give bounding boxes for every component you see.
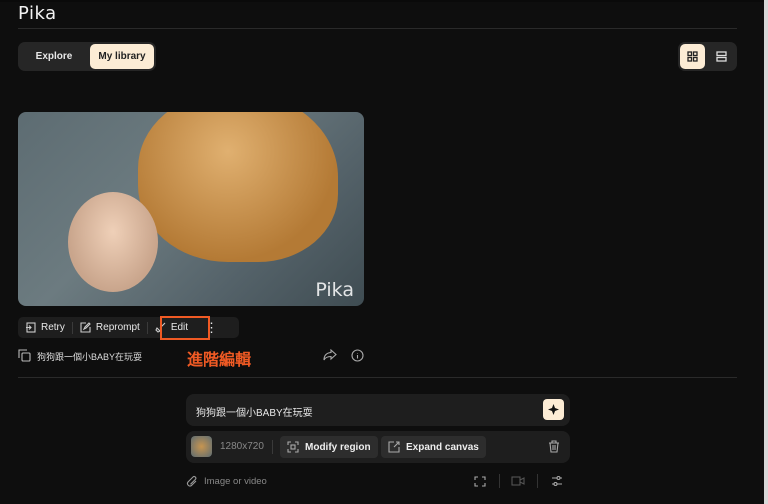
watermark: Pika [315, 279, 354, 301]
expand-canvas-label: Expand canvas [406, 441, 479, 453]
settings-sliders-icon[interactable] [551, 475, 563, 487]
tab-explore[interactable]: Explore [20, 44, 88, 69]
edit-pencil-icon [80, 322, 91, 333]
source-thumbnail [191, 436, 212, 457]
divider [18, 377, 737, 378]
share-icon[interactable] [323, 349, 337, 361]
video-thumbnail[interactable]: Pika [18, 112, 364, 306]
video-camera-icon[interactable] [511, 476, 525, 486]
info-icon[interactable] [351, 349, 364, 362]
sparkle-icon [548, 404, 559, 415]
baby-image [68, 192, 158, 292]
logo[interactable]: Pika [18, 3, 57, 24]
grid-view-button[interactable] [680, 44, 705, 69]
copy-icon[interactable] [18, 349, 31, 362]
window-edge [764, 0, 768, 504]
tab-switcher: Explore My library [18, 42, 156, 71]
view-toggle [678, 42, 737, 71]
reprompt-label: Reprompt [95, 322, 140, 333]
modify-region-label: Modify region [305, 441, 371, 453]
retry-icon [26, 322, 36, 333]
list-icon [715, 51, 727, 62]
grid-icon [687, 51, 698, 62]
dog-image [138, 112, 338, 262]
tab-my-library[interactable]: My library [90, 44, 154, 69]
list-view-button[interactable] [707, 44, 735, 69]
expand-canvas-button[interactable]: Expand canvas [381, 436, 486, 458]
resolution-label: 1280x720 [220, 441, 264, 452]
top-bar [0, 0, 768, 2]
attach-media-button[interactable]: Image or video [204, 476, 267, 487]
modify-region-button[interactable]: Modify region [280, 436, 378, 458]
retry-label: Retry [41, 322, 65, 333]
video-prompt: 狗狗跟一個小BABY在玩耍 [37, 352, 143, 362]
aspect-ratio-icon[interactable] [474, 476, 486, 487]
region-select-icon [287, 441, 299, 453]
paperclip-icon[interactable] [186, 475, 198, 488]
prompt-input[interactable]: 狗狗跟一個小BABY在玩耍 [196, 404, 313, 419]
edit-highlight-box [160, 316, 210, 340]
expand-icon [388, 441, 400, 453]
edit-options-bar: 1280x720 Modify region Expand canvas [186, 431, 570, 463]
retry-button[interactable]: Retry [18, 317, 72, 338]
prompt-box: 狗狗跟一個小BABY在玩耍 [186, 394, 570, 426]
generate-button[interactable] [543, 399, 564, 420]
trash-icon[interactable] [548, 440, 560, 453]
reprompt-button[interactable]: Reprompt [73, 317, 147, 338]
divider [18, 28, 737, 29]
annotation-label: 進階編輯 [187, 352, 252, 369]
